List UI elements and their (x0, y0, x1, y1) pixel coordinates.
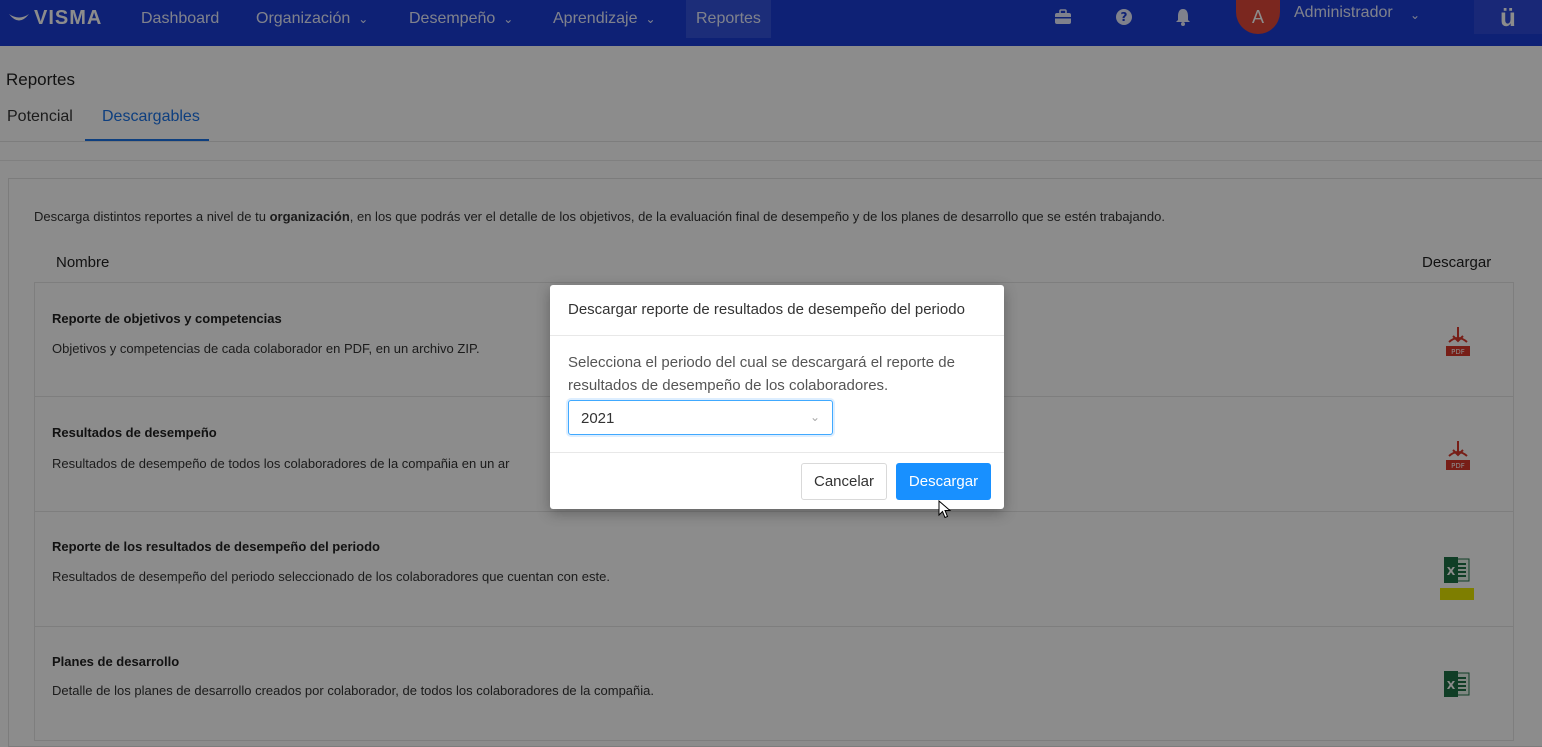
modal-footer-divider (550, 452, 1004, 453)
period-select[interactable]: 2021 ⌄ (568, 400, 833, 435)
chevron-down-icon: ⌄ (809, 410, 820, 424)
mouse-cursor-icon (938, 500, 952, 519)
modal-title: Descargar reporte de resultados de desem… (568, 301, 965, 318)
download-button[interactable]: Descargar (896, 463, 991, 500)
cancel-button[interactable]: Cancelar (801, 463, 887, 500)
period-select-value: 2021 (581, 410, 615, 427)
download-modal: Descargar reporte de resultados de desem… (550, 285, 1004, 509)
modal-description: Selecciona el periodo del cual se descar… (568, 354, 955, 394)
modal-header: Descargar reporte de resultados de desem… (550, 285, 1004, 336)
